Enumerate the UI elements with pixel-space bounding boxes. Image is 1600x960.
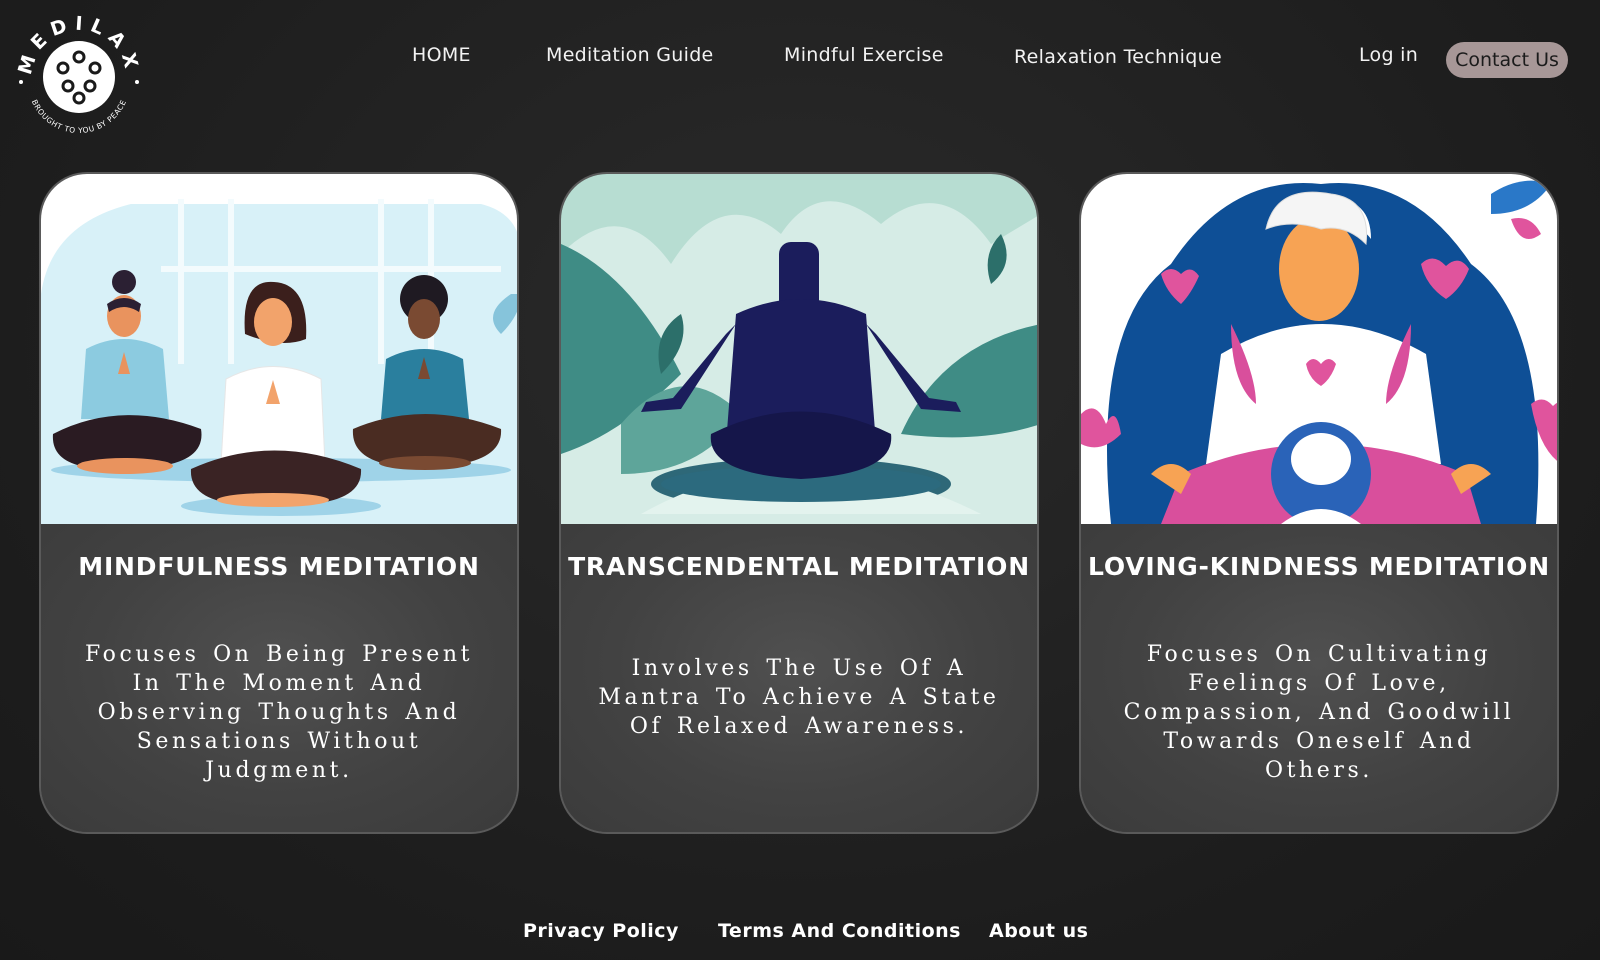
card-loving-kindness[interactable]: LOVING-KINDNESS MEDITATION Focuses On Cu… bbox=[1079, 172, 1559, 834]
nav-mindful-exercise[interactable]: Mindful Exercise bbox=[784, 44, 944, 66]
card-title: TRANSCENDENTAL MEDITATION bbox=[568, 552, 1030, 581]
loving-kindness-illustration bbox=[1081, 174, 1557, 524]
card-mindfulness[interactable]: MINDFULNESS MEDITATION Focuses On Being … bbox=[39, 172, 519, 834]
mindfulness-illustration bbox=[41, 174, 517, 524]
footer-privacy-policy[interactable]: Privacy Policy bbox=[523, 920, 679, 942]
card-description: Involves The Use Of A Mantra To Achieve … bbox=[598, 656, 1000, 739]
card-body: LOVING-KINDNESS MEDITATION Focuses On Cu… bbox=[1081, 524, 1557, 832]
footer-about-us[interactable]: About us bbox=[989, 920, 1088, 942]
card-description: Focuses On Being Present In The Moment A… bbox=[84, 642, 474, 783]
nav-meditation-guide[interactable]: Meditation Guide bbox=[546, 44, 714, 66]
card-title: MINDFULNESS MEDITATION bbox=[78, 552, 480, 581]
card-body: MINDFULNESS MEDITATION Focuses On Being … bbox=[41, 524, 517, 832]
transcendental-illustration bbox=[561, 174, 1037, 524]
login-link[interactable]: Log in bbox=[1359, 44, 1418, 66]
card-body: TRANSCENDENTAL MEDITATION Involves The U… bbox=[561, 524, 1037, 832]
medilax-logo[interactable]: MEDILAX BROUGHT TO YOU BY PEACE bbox=[14, 12, 144, 142]
card-title: LOVING-KINDNESS MEDITATION bbox=[1088, 552, 1550, 581]
site-header: MEDILAX BROUGHT TO YOU BY PEACE HOME Med… bbox=[0, 0, 1600, 150]
nav-relaxation-technique[interactable]: Relaxation Technique bbox=[1014, 46, 1222, 68]
footer-terms-and-conditions[interactable]: Terms And Conditions bbox=[718, 920, 961, 942]
card-transcendental[interactable]: TRANSCENDENTAL MEDITATION Involves The U… bbox=[559, 172, 1039, 834]
card-description: Focuses On Cultivating Feelings Of Love,… bbox=[1123, 642, 1515, 783]
nav-home[interactable]: HOME bbox=[412, 44, 471, 66]
contact-us-button[interactable]: Contact Us bbox=[1446, 42, 1568, 78]
